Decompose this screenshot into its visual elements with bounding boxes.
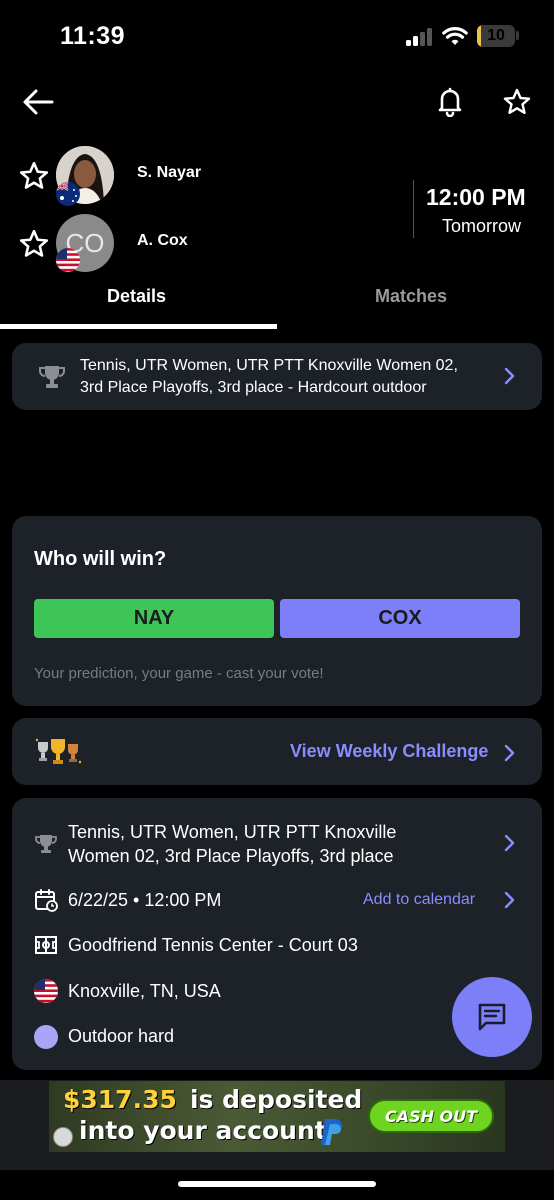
chevron-right-icon (504, 367, 515, 385)
add-to-calendar-link[interactable]: Add to calendar (363, 891, 475, 909)
star-outline-icon[interactable] (18, 228, 50, 260)
prediction-card: Who will win? NAY COX Your prediction, y… (12, 516, 542, 706)
battery-percent: 10 (487, 27, 505, 44)
tournament-line: 3rd Place Playoffs, 3rd place - Hardcour… (80, 379, 427, 396)
ad-banner[interactable]: $317.35 is deposited into your account C… (49, 1081, 505, 1152)
chat-button[interactable] (452, 977, 532, 1057)
divider (413, 180, 414, 238)
player-row-1[interactable]: S. Nayar (0, 146, 400, 206)
status-bar: 11:39 10 (0, 0, 554, 70)
ad-text: is deposited (190, 1085, 363, 1114)
star-outline-icon[interactable] (18, 160, 50, 192)
tournament-info-line: Women 02, 3rd Place Playoffs, 3rd place (68, 846, 394, 866)
venue: Goodfriend Tennis Center - Court 03 (68, 935, 358, 955)
chevron-right-icon (504, 834, 515, 852)
surface: Outdoor hard (68, 1026, 175, 1046)
ad-amount: $317.35 (63, 1085, 177, 1114)
battery-indicator: 10 (477, 25, 515, 47)
tournament-name: Tennis, UTR Women, UTR PTT Knoxville Wom… (80, 355, 490, 399)
prediction-title: Who will win? (34, 548, 167, 570)
tournament-info-line: Tennis, UTR Women, UTR PTT Knoxville (68, 822, 397, 842)
stadium-icon (35, 936, 57, 954)
tournament-line: Tennis, UTR Women, UTR PTT Knoxville Wom… (80, 357, 458, 374)
trophies-icon (35, 738, 82, 764)
calendar-clock-icon (35, 889, 58, 912)
match-date: 6/22/25 • 12:00 PM (68, 890, 222, 910)
player-row-2[interactable]: CO A. Cox (0, 214, 400, 274)
tournament-card[interactable]: Tennis, UTR Women, UTR PTT Knoxville Wom… (12, 343, 542, 410)
location: Knoxville, TN, USA (68, 981, 221, 1001)
vote-cox-button[interactable]: COX (280, 599, 520, 638)
usa-flag-icon (56, 248, 80, 272)
trophy-icon (39, 366, 65, 388)
view-weekly-challenge-link[interactable]: View Weekly Challenge (290, 741, 488, 762)
match-time: 12:00 PM (426, 184, 526, 210)
chevron-right-icon (504, 744, 515, 762)
notifications-button[interactable] (430, 82, 470, 122)
australia-flag-icon (56, 182, 80, 206)
star-outline-icon (503, 88, 531, 114)
bell-icon (438, 87, 462, 117)
trophy-icon (35, 835, 57, 853)
ad-text: into your account (79, 1116, 327, 1145)
home-indicator (178, 1181, 376, 1187)
chat-bubble-icon (478, 1003, 506, 1031)
tab-bar: Details Matches (0, 280, 554, 330)
tab-details[interactable]: Details (107, 286, 166, 307)
player-name: A. Cox (137, 232, 188, 249)
weekly-challenge-card[interactable]: View Weekly Challenge (12, 718, 542, 785)
player-name: S. Nayar (137, 164, 202, 181)
tab-matches[interactable]: Matches (375, 286, 447, 307)
battery-tip (516, 31, 519, 40)
ad-badge-icon (53, 1127, 73, 1147)
signal-icon (406, 28, 434, 46)
active-tab-indicator (0, 324, 277, 329)
surface-dot-icon (34, 1025, 58, 1049)
chevron-right-icon (504, 891, 515, 909)
back-button[interactable] (18, 82, 58, 122)
tournament-info-link[interactable]: Tennis, UTR Women, UTR PTT Knoxville Wom… (68, 820, 448, 868)
vote-nay-button[interactable]: NAY (34, 599, 274, 638)
arrow-left-icon (23, 89, 54, 115)
favorite-match-button[interactable] (497, 82, 537, 122)
match-day: Tomorrow (442, 216, 522, 236)
cash-out-button[interactable]: CASH OUT (368, 1099, 494, 1133)
usa-flag-icon (34, 979, 58, 1003)
paypal-icon (321, 1119, 342, 1145)
status-time: 11:39 (60, 22, 126, 50)
wifi-icon (442, 27, 468, 45)
prediction-hint: Your prediction, your game - cast your v… (34, 665, 324, 682)
